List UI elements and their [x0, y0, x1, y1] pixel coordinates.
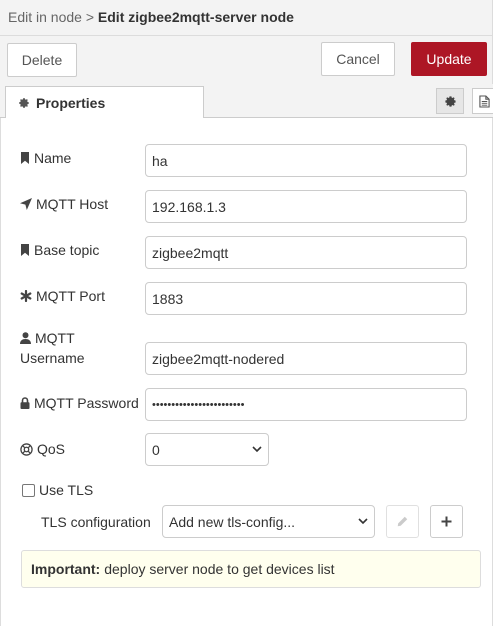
name-input[interactable]: ha: [145, 144, 467, 177]
qos-label: QoS: [20, 441, 65, 457]
info-notice: Important: deploy server node to get dev…: [21, 550, 481, 588]
tab-settings[interactable]: [436, 88, 464, 114]
qos-select[interactable]: 0: [145, 433, 269, 466]
mqtt-password-label-text: MQTT Password: [34, 395, 139, 411]
gear-icon: [444, 95, 457, 108]
use-tls-label: Use TLS: [39, 482, 93, 498]
name-label-text: Name: [34, 150, 72, 166]
mqtt-port-input[interactable]: 1883: [145, 282, 467, 315]
add-tls-config-button[interactable]: [430, 505, 463, 538]
life-ring-icon: [20, 442, 33, 456]
gear-icon: [18, 97, 30, 109]
chevron-down-icon: [252, 446, 262, 453]
update-button[interactable]: Update: [411, 42, 487, 76]
mqtt-password-input[interactable]: ••••••••••••••••••••••••: [145, 388, 467, 421]
bookmark-icon: [20, 244, 30, 256]
tray-toolbar: Delete Cancel Update: [0, 36, 493, 84]
base-topic-label-text: Base topic: [34, 242, 100, 258]
tray-header: Edit in node > Edit zigbee2mqtt-server n…: [0, 0, 493, 36]
user-icon: [20, 332, 31, 344]
tls-configuration-label-text: TLS configuration: [41, 514, 151, 530]
tls-configuration-select[interactable]: Add new tls-config...: [162, 505, 375, 538]
mqtt-port-label: MQTT Port: [20, 288, 105, 304]
edit-tls-config-button[interactable]: [386, 505, 419, 538]
tls-configuration-label: TLS configuration: [41, 514, 151, 530]
mqtt-host-label-text: MQTT Host: [36, 196, 109, 212]
delete-button[interactable]: Delete: [7, 43, 77, 77]
name-label: Name: [20, 150, 71, 166]
chevron-down-icon: [358, 518, 368, 525]
breadcrumb-separator: >: [85, 9, 95, 25]
tabs-bar: Properties: [0, 84, 493, 119]
cancel-button[interactable]: Cancel: [321, 42, 395, 76]
mqtt-port-label-text: MQTT Port: [36, 288, 105, 304]
tls-configuration-selected-value: Add new tls-config...: [169, 513, 296, 530]
pencil-icon: [397, 516, 408, 527]
use-tls-checkbox[interactable]: [22, 484, 35, 497]
tab-properties[interactable]: Properties: [5, 86, 204, 119]
use-tls-label-text: Use TLS: [39, 482, 94, 498]
mqtt-username-label-line2: Username: [20, 350, 85, 366]
breadcrumb-parent[interactable]: Edit in node: [8, 9, 82, 25]
mqtt-username-input[interactable]: zigbee2mqtt-nodered: [145, 342, 467, 375]
mqtt-username-label-line1: MQTT: [35, 330, 75, 346]
mqtt-username-label: MQTT Username: [20, 328, 85, 368]
base-topic-label: Base topic: [20, 242, 99, 258]
notice-text: deploy server node to get devices list: [104, 561, 335, 577]
lock-icon: [20, 397, 30, 409]
bookmark-icon: [20, 152, 30, 164]
plus-icon: [441, 516, 452, 527]
mqtt-host-input[interactable]: 192.168.1.3: [145, 190, 467, 223]
mqtt-password-label: MQTT Password: [20, 395, 139, 411]
file-icon: [478, 94, 490, 108]
breadcrumb: Edit in node > Edit zigbee2mqtt-server n…: [8, 9, 294, 25]
location-arrow-icon: [20, 198, 32, 210]
tab-properties-label: Properties: [36, 94, 106, 111]
qos-selected-value: 0: [152, 441, 160, 458]
breadcrumb-current: Edit zigbee2mqtt-server node: [97, 9, 294, 25]
qos-label-text: QoS: [37, 441, 66, 457]
notice-strong: Important:: [31, 561, 101, 577]
mqtt-host-label: MQTT Host: [20, 196, 108, 212]
base-topic-input[interactable]: zigbee2mqtt: [145, 236, 467, 269]
asterisk-icon: [20, 290, 32, 302]
tab-description[interactable]: [472, 88, 493, 114]
